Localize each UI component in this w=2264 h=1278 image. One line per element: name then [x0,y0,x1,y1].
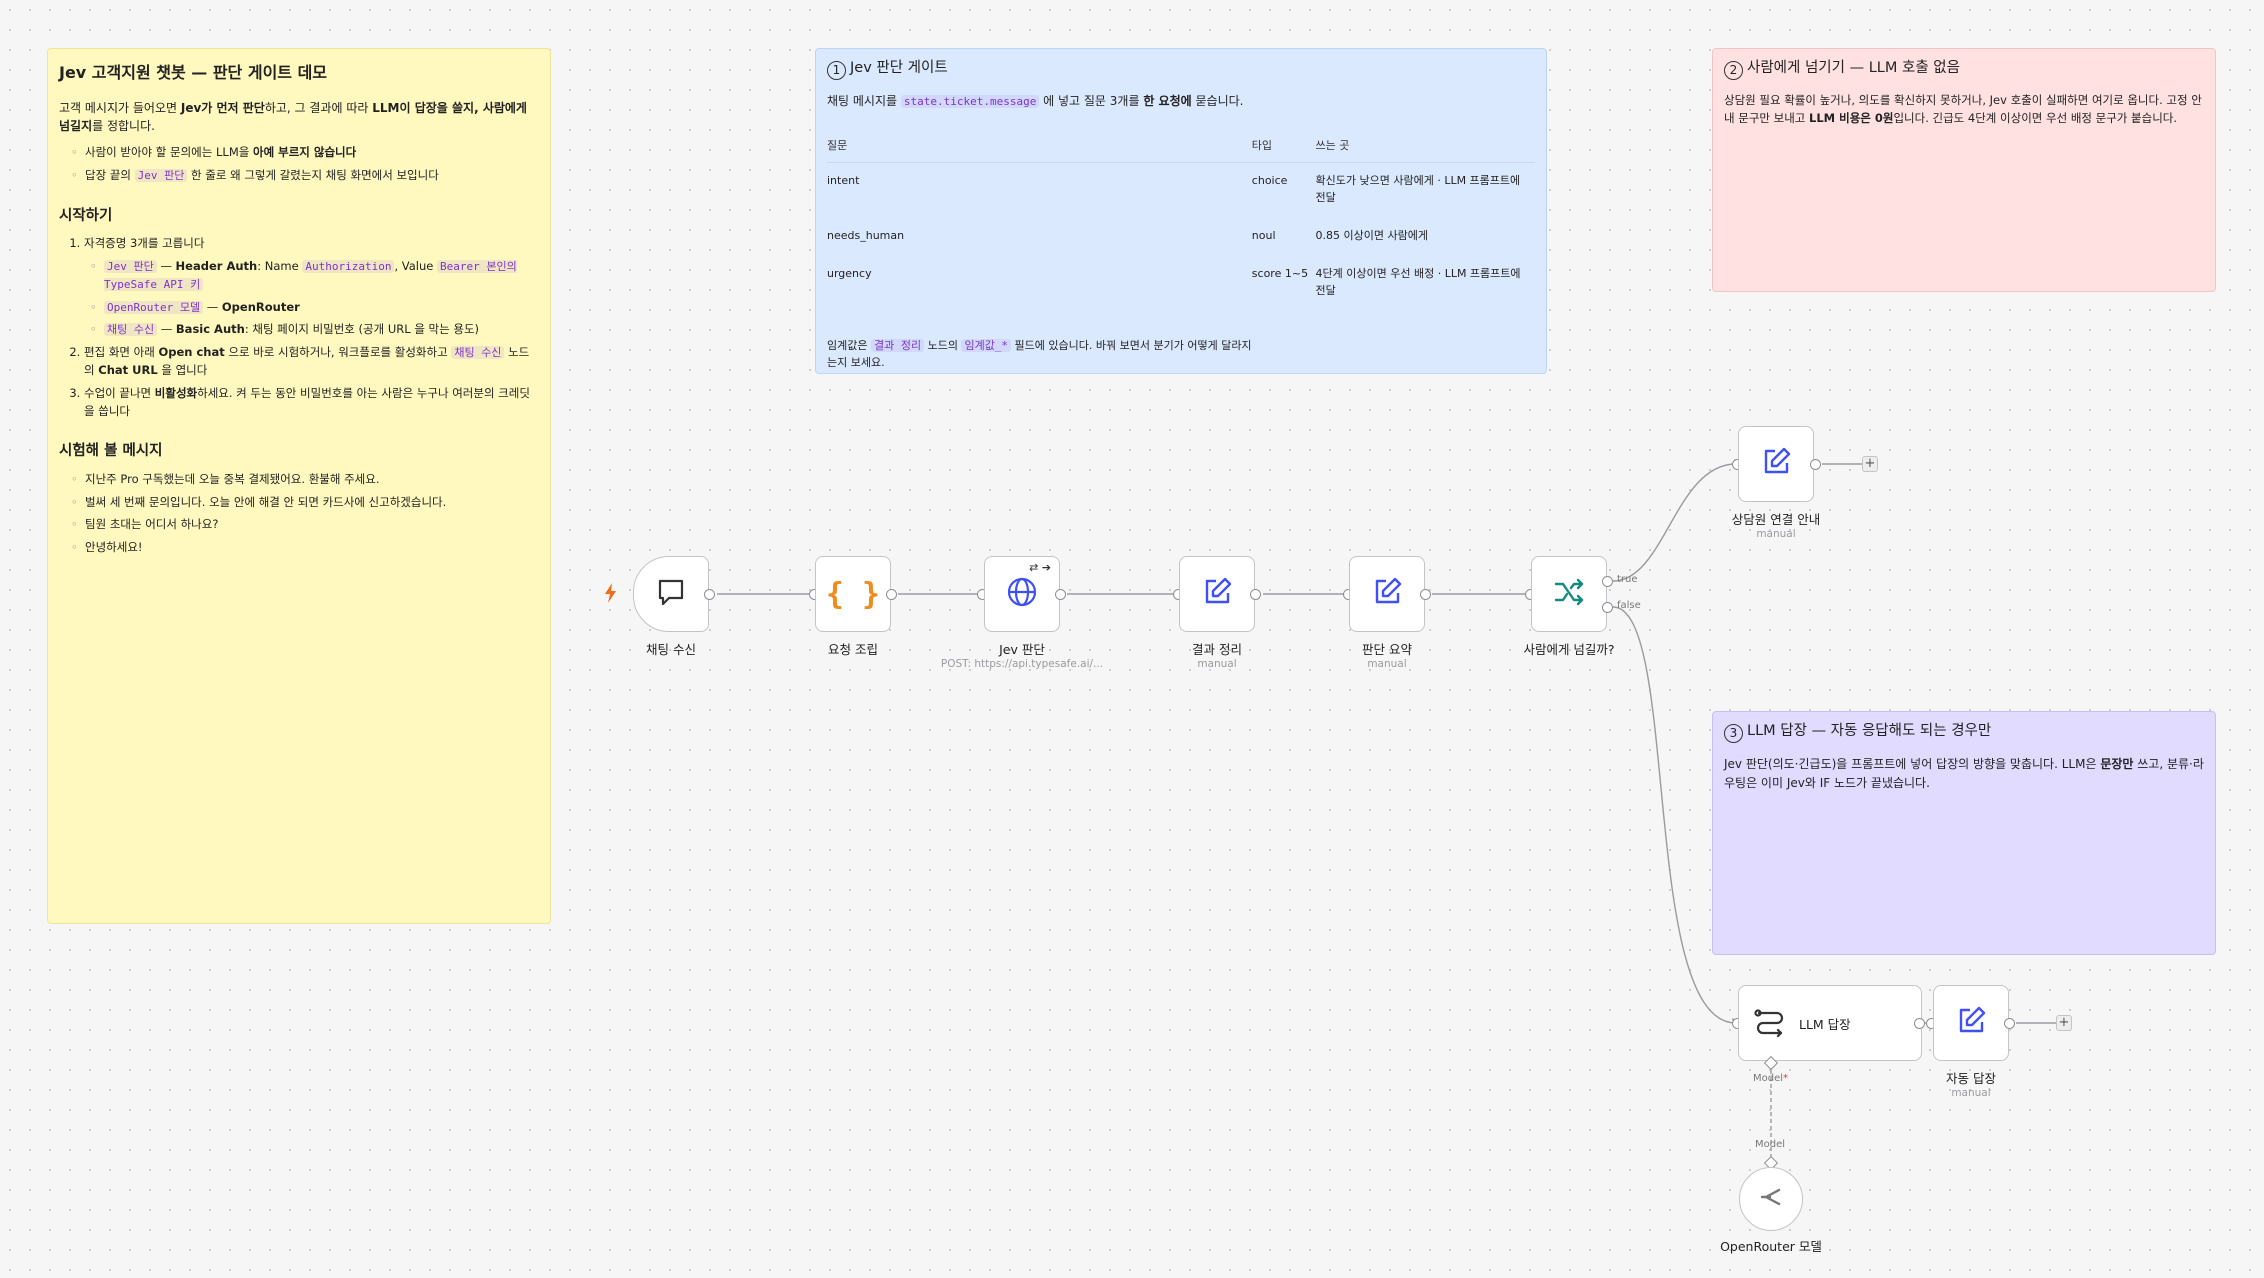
step-number: 1 [827,61,846,80]
openrouter-icon [1758,1184,1784,1214]
node-auto-reply[interactable] [1933,985,2009,1061]
list-item: 채팅 수신 — Basic Auth: 채팅 페이지 비밀번호 (공개 URL … [90,321,539,339]
edit-icon [1954,1004,1988,1042]
braces-icon: { } [825,576,881,612]
node-subtitle: manual [1367,658,1407,670]
edit-icon [1759,445,1793,483]
edit-icon [1200,575,1234,613]
output-port[interactable] [886,589,897,600]
try-messages: 지난주 Pro 구독했는데 오늘 중복 결제됐어요. 환불해 주세요. 벌써 세… [71,471,539,557]
list-item: 안녕하세요! [71,539,539,557]
start-heading: 시작하기 [59,207,113,224]
start-steps: 자격증명 3개를 고릅니다 Jev 판단 — Header Auth: Name… [59,235,539,420]
node-label: 자동 답장 [1946,1071,1996,1086]
node-summary-set[interactable] [1349,556,1425,632]
output-port[interactable] [704,589,715,600]
node-subtitle: manual [1197,658,1237,670]
retry-arrows-icon: ⇄ ➔ [1029,561,1051,574]
node-label: Jev 판단 [999,642,1045,657]
node-openrouter-model[interactable] [1739,1167,1803,1231]
step-number: 3 [1724,724,1743,743]
human-description: 상담원 필요 확률이 높거나, 의도를 확신하지 못하거나, Jev 호출이 실… [1724,93,2202,125]
intro-bullets: 사람이 받아야 할 문의에는 LLM을 아예 부르지 않습니다 답장 끝의 Je… [71,144,539,185]
sticky-note-human[interactable]: 2 사람에게 넘기기 — LLM 호출 없음 상담원 필요 확률이 높거나, 의도… [1712,48,2216,292]
sticky-note-gate[interactable]: 1 Jev 판단 게이트 채팅 메시지를 state.ticket.message… [815,48,1547,374]
model-port-label: Model [1755,1139,1786,1150]
output-port[interactable] [1420,589,1431,600]
list-item: 자격증명 3개를 고릅니다 Jev 판단 — Header Auth: Name… [84,235,539,339]
table-header: 타입 [1251,130,1316,163]
note-title: 3 LLM 답장 — 자동 응답해도 되는 경우만 [1724,720,2204,743]
node-if-handoff[interactable] [1531,556,1607,632]
add-node-button[interactable]: + [2056,1015,2072,1031]
node-result-set[interactable] [1179,556,1255,632]
edit-icon [1370,575,1404,613]
output-port[interactable] [1914,1018,1925,1029]
gate-footnote: 임계값은 결과 정리 노드의 임계값_* 필드에 있습니다. 바꿔 보면서 분기… [827,339,1252,370]
workflow-canvas[interactable]: Jev 고객지원 챗봇 — 판단 게이트 데모 고객 메시지가 들어오면 Jev… [0,0,2264,1278]
table-header: 질문 [827,130,1252,163]
note-title: 2 사람에게 넘기기 — LLM 호출 없음 [1724,57,2204,80]
try-heading: 시험해 볼 메시지 [59,443,163,460]
list-item: Jev 판단 — Header Auth: Name Authorization… [90,258,539,294]
node-agent-guide[interactable] [1738,426,1814,502]
node-label: OpenRouter 모델 [1720,1239,1822,1254]
true-branch-label: true [1617,574,1638,585]
false-output-port[interactable] [1602,602,1613,613]
node-chat-trigger[interactable] [633,556,709,632]
list-item: 지난주 Pro 구독했는데 오늘 중복 결제됐어요. 환불해 주세요. [71,471,539,489]
gate-description: 채팅 메시지를 state.ticket.message 에 넣고 질문 3개를… [827,94,1244,108]
node-subtitle: manual [1951,1087,1991,1099]
sticky-note-llm[interactable]: 3 LLM 답장 — 자동 응답해도 되는 경우만 Jev 판단(의도·긴급도)을… [1712,711,2216,955]
list-item: 답장 끝의 Jev 판단 한 줄로 왜 그렇게 갈렸는지 채팅 화면에서 보입니… [71,167,539,185]
note-title: 1 Jev 판단 게이트 [827,57,1535,80]
output-port[interactable] [1250,589,1261,600]
list-item: 편집 화면 아래 Open chat 으로 바로 시험하거나, 워크플로를 활성… [84,344,539,380]
output-port[interactable] [1055,589,1066,600]
trigger-bolt-icon [604,583,618,607]
llm-description: Jev 판단(의도·긴급도)을 프롬프트에 넣어 답장의 방향을 맞춥니다. L… [1724,757,2204,790]
split-icon [1552,575,1586,613]
intro-paragraph: 고객 메시지가 들어오면 Jev가 먼저 판단하고, 그 결과에 따라 LLM이… [59,100,527,134]
table-header: 쓰는 곳 [1315,130,1535,163]
agent-icon [1753,1004,1787,1042]
globe-icon [1005,575,1039,613]
false-branch-label: false [1617,600,1641,611]
table-row: intent choice 확신도가 낮으면 사람에게 · LLM 프롬프트에 전달 [827,173,1521,204]
node-label: 판단 요약 [1362,642,1412,657]
node-llm-agent[interactable]: LLM 답장 [1738,985,1922,1061]
list-item: 사람이 받아야 할 문의에는 LLM을 아예 부르지 않습니다 [71,144,539,162]
node-subtitle: manual [1756,528,1796,540]
node-label: 사람에게 넘길까? [1523,642,1615,657]
list-item: 수업이 끝나면 비활성화하세요. 켜 두는 동안 비밀번호를 아는 사람은 누구… [84,385,539,421]
node-jev-http[interactable]: ⇄ ➔ [984,556,1060,632]
add-node-button[interactable]: + [1862,456,1878,472]
table-row: needs_human noul 0.85 이상이면 사람에게 [827,228,1428,242]
step-number: 2 [1724,61,1743,80]
chat-bubble-icon [654,575,688,613]
true-output-port[interactable] [1602,576,1613,587]
list-item: 벌써 세 번째 문의입니다. 오늘 안에 해결 안 되면 카드사에 신고하겠습니… [71,494,539,512]
output-port[interactable] [2004,1018,2015,1029]
questions-table: 질문 타입 쓰는 곳 intent choice 확신도가 낮으면 사람에게 · L… [827,130,1535,311]
node-label: 채팅 수신 [646,642,696,657]
node-label: LLM 답장 [1799,1016,1851,1032]
node-label: 결과 정리 [1192,642,1242,657]
note-title: Jev 고객지원 챗봇 — 판단 게이트 데모 [59,63,328,82]
model-port-label: Model* [1753,1073,1789,1084]
sticky-note-intro[interactable]: Jev 고객지원 챗봇 — 판단 게이트 데모 고객 메시지가 들어오면 Jev… [47,48,551,924]
list-item: OpenRouter 모델 — OpenRouter [90,299,539,317]
list-item: 팀원 초대는 어디서 하나요? [71,516,539,534]
table-row: urgency score 1~5 4단계 이상이면 우선 배정 · LLM 프롬프… [827,266,1521,297]
node-label: 요청 조립 [828,642,878,657]
node-label: 상담원 연결 안내 [1731,512,1821,527]
output-port[interactable] [1810,459,1821,470]
node-request-build[interactable]: { } [815,556,891,632]
node-subtitle: POST: https://api.typesafe.ai/... [940,658,1104,670]
